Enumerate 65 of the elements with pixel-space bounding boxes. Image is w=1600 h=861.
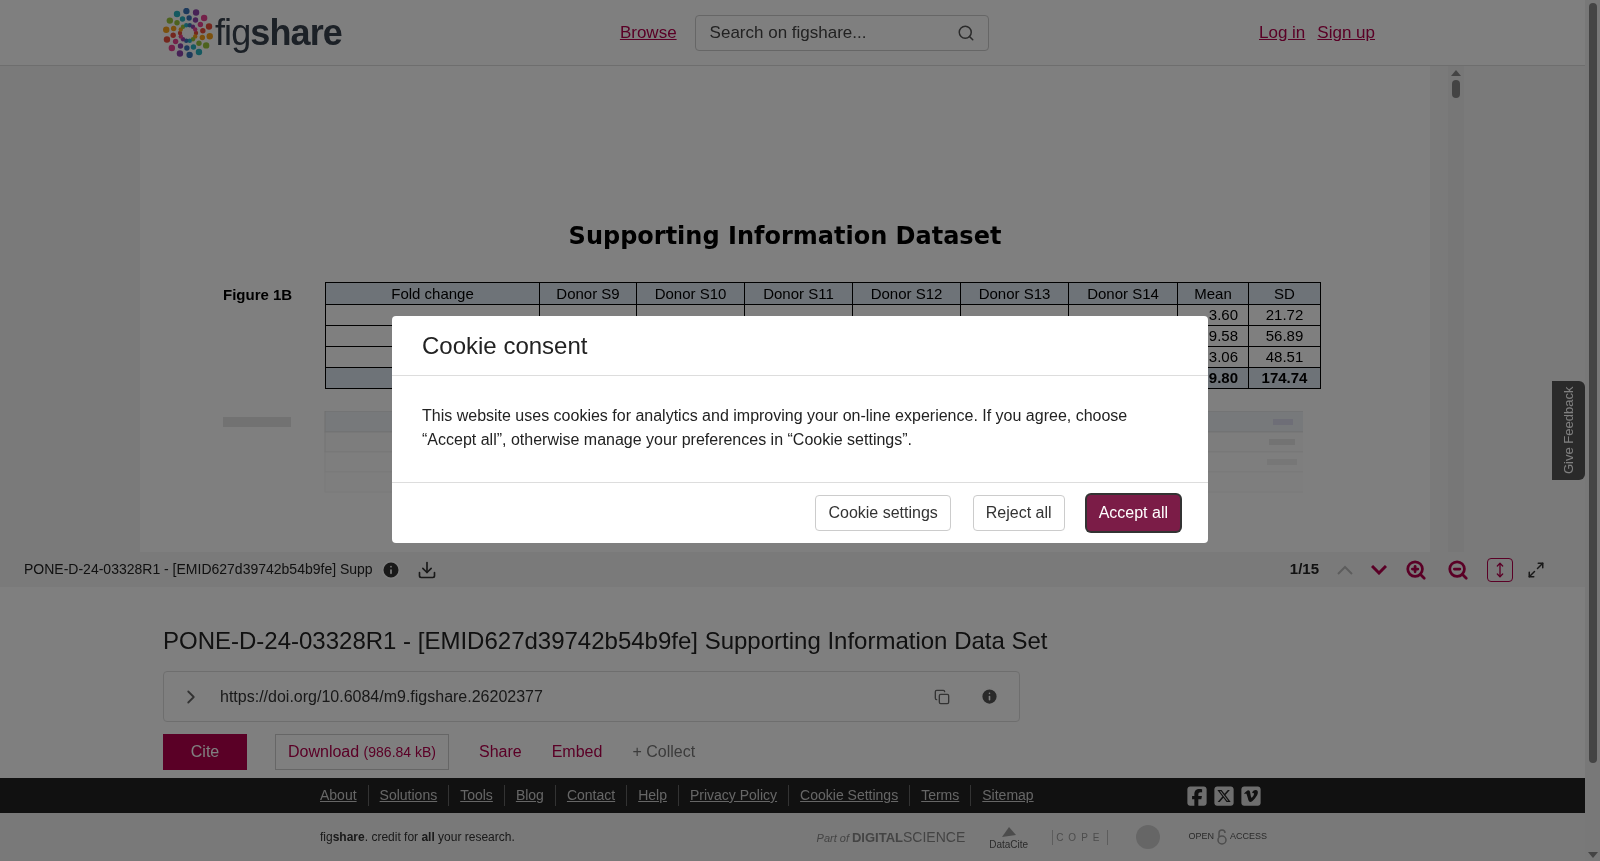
- log-in-link[interactable]: Log in: [1259, 19, 1306, 46]
- vimeo-icon[interactable]: [1240, 784, 1262, 807]
- open-access-logo[interactable]: OPEN ACCESS: [1188, 829, 1267, 845]
- footer-link[interactable]: Help: [626, 785, 678, 806]
- table-header-cell: Donor S13: [961, 283, 1069, 304]
- download-button[interactable]: Download (986.84 kB): [275, 734, 449, 770]
- fullscreen-icon[interactable]: [1527, 560, 1545, 579]
- footer-link[interactable]: Cookie Settings: [788, 785, 910, 806]
- table-header-cell: Donor S11: [745, 283, 853, 304]
- document-title: Supporting Information Dataset: [568, 221, 1002, 252]
- footer-link[interactable]: Blog: [503, 785, 555, 806]
- next-page-button[interactable]: [1371, 564, 1387, 575]
- x-icon[interactable]: [1213, 784, 1235, 807]
- table-header-cell: Mean: [1178, 283, 1249, 304]
- give-feedback-tab[interactable]: Give Feedback: [1552, 381, 1585, 480]
- table-header-cell: Donor S12: [853, 283, 961, 304]
- footer-link[interactable]: Tools: [448, 785, 504, 806]
- dialog-button[interactable]: Reject all: [972, 495, 1065, 531]
- browse-link[interactable]: Browse: [619, 19, 677, 46]
- figure-label: Figure 1B: [223, 285, 294, 305]
- footer-link[interactable]: About: [320, 785, 368, 806]
- logo-wordmark[interactable]: figshare: [215, 5, 342, 60]
- share-link[interactable]: Share: [479, 740, 522, 764]
- footer-link[interactable]: Contact: [554, 785, 627, 806]
- dialog-text: This website uses cookies for analytics and improving your on-line experience. If you agree, choose “Accept all”, otherwise manage your preferences in “Cookie settings”.: [392, 376, 1208, 483]
- info-icon[interactable]: [980, 687, 999, 706]
- footer-link[interactable]: Sitemap: [970, 785, 1045, 806]
- facebook-icon[interactable]: [1186, 784, 1208, 807]
- zoom-in-icon[interactable]: [1405, 558, 1427, 581]
- table-cell-text: 56.89: [1264, 326, 1305, 346]
- table-cell-text: 48.51: [1264, 347, 1305, 367]
- logo-icon: [163, 7, 213, 58]
- info-icon[interactable]: [380, 559, 401, 580]
- sign-up-link[interactable]: Sign up: [1317, 19, 1375, 46]
- footer-link[interactable]: Privacy Policy: [677, 785, 789, 806]
- search-field[interactable]: Search on figshare...: [694, 14, 989, 51]
- table-header-cell: Donor S14: [1069, 283, 1178, 304]
- download-icon[interactable]: [416, 559, 437, 580]
- table-cell-text: 21.72: [1264, 305, 1305, 325]
- collect-link[interactable]: + Collect: [632, 740, 696, 764]
- table-header-cell: Donor S10: [637, 283, 745, 304]
- footer-link[interactable]: Terms: [909, 785, 971, 806]
- item-title: PONE-D-24-03328R1 - [EMID627d39742b54b9fe] Supporting Information Data Set: [163, 627, 1049, 655]
- file-name: PONE-D-24-03328R1 - [EMID627d39742b54b9fe] Supp: [24, 560, 373, 579]
- copy-icon[interactable]: [934, 688, 950, 705]
- zoom-out-icon[interactable]: [1447, 558, 1469, 581]
- embed-link[interactable]: Embed: [551, 740, 603, 764]
- cite-button[interactable]: Cite: [163, 734, 247, 770]
- chevron-up-icon: [1337, 564, 1353, 575]
- footer-link[interactable]: Solutions: [367, 785, 449, 806]
- dialog-button[interactable]: Cookie settings: [815, 495, 951, 531]
- table-header-cell: SD: [1249, 283, 1320, 304]
- table-header-cell: Donor S9: [540, 283, 637, 304]
- table-header-cell: Fold change: [326, 283, 540, 304]
- dialog-title: Cookie consent: [392, 316, 1208, 376]
- page-counter: 1/15: [1289, 559, 1319, 580]
- chevron-down-icon: [1371, 564, 1387, 575]
- fit-height-button[interactable]: [1487, 557, 1513, 582]
- datacite-logo[interactable]: DataCite: [989, 824, 1029, 850]
- search-icon[interactable]: [956, 23, 975, 42]
- accept-button[interactable]: Accept all: [1086, 495, 1180, 531]
- tagline: figshare. credit for all your research.: [320, 829, 515, 846]
- page-scrollbar[interactable]: [1585, 0, 1600, 861]
- doi-link[interactable]: https://doi.org/10.6084/m9.figshare.26202377: [220, 684, 543, 709]
- table-cell-text: 174.74: [1260, 368, 1309, 388]
